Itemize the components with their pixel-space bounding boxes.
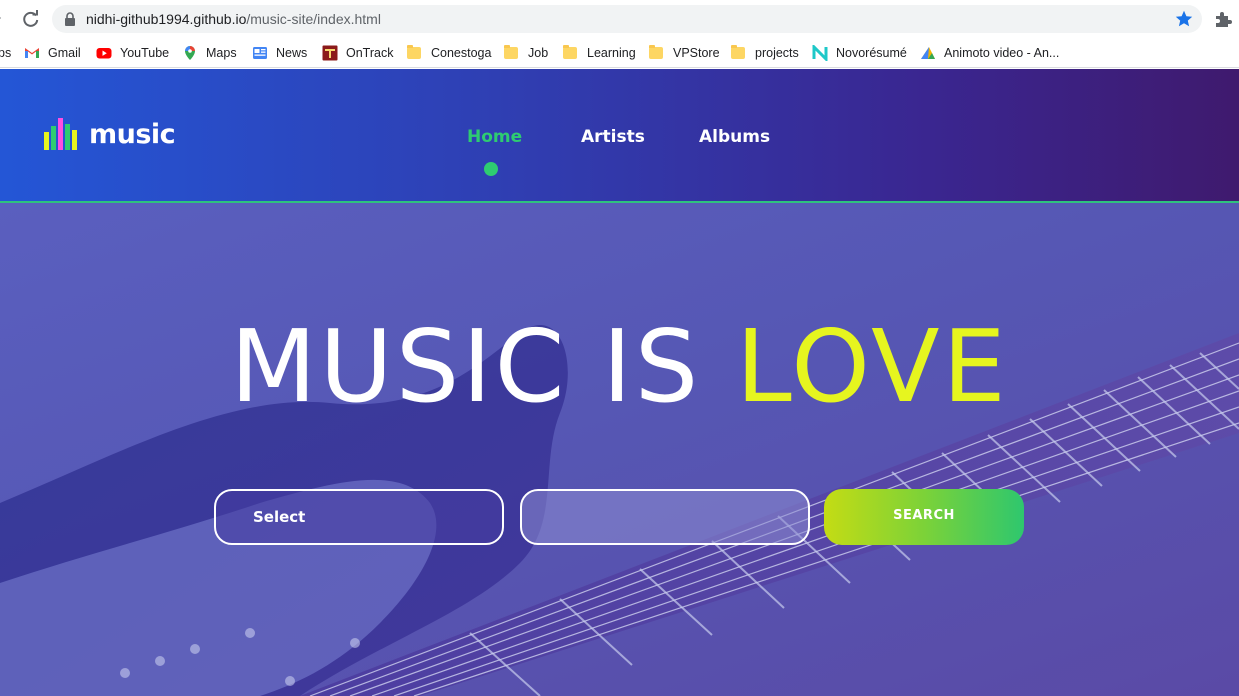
bookmark-label: Job [528,46,549,60]
category-select[interactable]: Select [214,489,504,545]
news-icon [253,47,267,59]
site-header: music Home Artists Albums [0,69,1239,202]
bookmark-label: projects [755,46,799,60]
bookmark-label: Conestoga [431,46,492,60]
folder-icon [649,45,663,59]
bookmark-label: Novorésumé [836,46,907,60]
bookmark-animoto[interactable]: Animoto video - An... [920,43,1059,63]
bookmark-job[interactable]: Job [504,43,548,63]
url-host: nidhi-github1994.github.io [86,11,247,27]
bookmark-label: Gmail [48,46,81,60]
bookmark-youtube[interactable]: YouTube [96,43,169,63]
active-nav-indicator [484,162,498,176]
folder-icon [731,45,745,59]
search-input[interactable] [520,489,810,545]
bookmark-conestoga[interactable]: Conestoga [407,43,491,63]
bookmark-novoresume[interactable]: Novorésumé [812,43,907,63]
bookmark-apps[interactable]: ps [0,43,11,63]
music-site: music Home Artists Albums MUSIC IS LOVE … [0,69,1239,696]
youtube-icon [96,48,112,59]
bookmark-maps[interactable]: Maps [182,43,237,63]
site-logo[interactable]: music [44,116,176,150]
animoto-icon [921,47,935,59]
folder-icon [504,45,518,59]
url-path: /music-site/index.html [246,11,381,27]
gmail-icon [25,48,39,58]
bookmark-label: News [276,46,308,60]
folder-icon [407,45,421,59]
bookmark-label: Animoto video - An... [944,46,1060,60]
hero-section: MUSIC IS LOVE Select SEARCH [0,203,1239,696]
url-text[interactable]: nidhi-github1994.github.io/music-site/in… [86,5,381,33]
bookmark-label: ps [0,46,12,60]
novoresume-icon [812,45,828,61]
bookmarks-bar: ps Gmail YouTube Maps News OnTrack Cones… [0,37,1239,68]
bookmark-label: YouTube [120,46,170,60]
headline-accent: LOVE [736,308,1009,425]
search-button[interactable]: SEARCH [824,489,1024,545]
guitar-background-image [0,324,1239,696]
bookmark-vpstore[interactable]: VPStore [649,43,720,63]
reload-button[interactable] [18,6,44,32]
headline-main: MUSIC IS [230,308,737,425]
nav-albums[interactable]: Albums [699,127,770,147]
bookmark-learning[interactable]: Learning [563,43,636,63]
hero-headline: MUSIC IS LOVE [0,307,1239,427]
bookmark-gmail[interactable]: Gmail [24,43,81,63]
bookmark-ontrack[interactable]: OnTrack [322,43,393,63]
extensions-puzzle-icon[interactable] [1212,8,1234,30]
forward-icon[interactable]: › [0,9,10,27]
bookmark-projects[interactable]: projects [731,43,799,63]
bookmark-label: Maps [206,46,237,60]
bookmark-news[interactable]: News [252,43,307,63]
browser-toolbar: › nidhi-github1994.github.io/music-site/… [0,0,1239,37]
nav-artists[interactable]: Artists [581,127,645,147]
address-bar[interactable]: nidhi-github1994.github.io/music-site/in… [52,5,1202,33]
bookmark-star-icon[interactable] [1174,9,1194,29]
logo-text: music [89,119,176,150]
bookmark-label: Learning [587,46,636,60]
reload-icon [23,10,39,27]
equalizer-bars-icon [44,118,77,150]
bookmark-label: VPStore [673,46,720,60]
nav-home[interactable]: Home [467,127,522,147]
lock-icon [65,12,75,26]
bookmark-label: OnTrack [346,46,394,60]
folder-icon [563,45,577,59]
ontrack-icon [322,45,338,61]
maps-icon [185,46,195,60]
